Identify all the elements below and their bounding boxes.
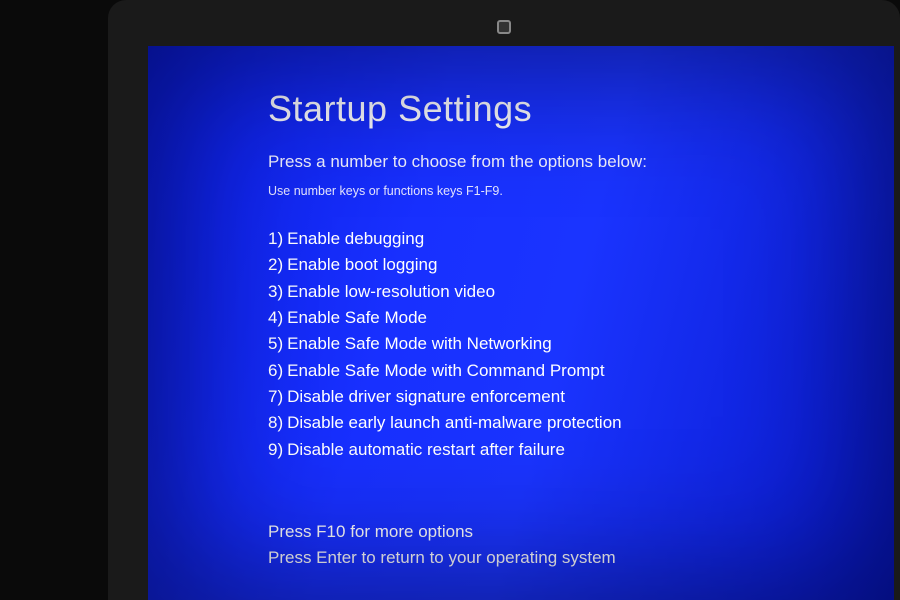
option-number: 9): [268, 437, 283, 463]
option-9[interactable]: 9) Disable automatic restart after failu…: [268, 437, 894, 463]
option-7[interactable]: 7) Disable driver signature enforcement: [268, 384, 894, 410]
key-hint: Use number keys or functions keys F1-F9.: [268, 184, 894, 198]
option-number: 4): [268, 305, 283, 331]
page-title: Startup Settings: [268, 88, 894, 130]
option-number: 1): [268, 226, 283, 252]
camera-icon: [497, 20, 511, 34]
option-label: Enable Safe Mode with Command Prompt: [287, 358, 605, 384]
option-label: Enable debugging: [287, 226, 424, 252]
option-number: 3): [268, 279, 283, 305]
option-label: Enable low-resolution video: [287, 279, 495, 305]
option-2[interactable]: 2) Enable boot logging: [268, 252, 894, 278]
option-3[interactable]: 3) Enable low-resolution video: [268, 279, 894, 305]
option-label: Enable Safe Mode: [287, 305, 427, 331]
option-number: 2): [268, 252, 283, 278]
option-number: 5): [268, 331, 283, 357]
option-label: Enable Safe Mode with Networking: [287, 331, 552, 357]
option-4[interactable]: 4) Enable Safe Mode: [268, 305, 894, 331]
option-number: 6): [268, 358, 283, 384]
footer-return: Press Enter to return to your operating …: [268, 545, 894, 571]
footer-instructions: Press F10 for more options Press Enter t…: [268, 519, 894, 570]
option-5[interactable]: 5) Enable Safe Mode with Networking: [268, 331, 894, 357]
option-number: 7): [268, 384, 283, 410]
startup-options-list: 1) Enable debugging 2) Enable boot loggi…: [268, 226, 894, 463]
startup-settings-screen: Startup Settings Press a number to choos…: [148, 46, 894, 600]
option-6[interactable]: 6) Enable Safe Mode with Command Prompt: [268, 358, 894, 384]
option-8[interactable]: 8) Disable early launch anti-malware pro…: [268, 410, 894, 436]
option-1[interactable]: 1) Enable debugging: [268, 226, 894, 252]
footer-more-options: Press F10 for more options: [268, 519, 894, 545]
option-label: Disable early launch anti-malware protec…: [287, 410, 622, 436]
option-number: 8): [268, 410, 283, 436]
instruction-subtitle: Press a number to choose from the option…: [268, 152, 894, 172]
option-label: Enable boot logging: [287, 252, 437, 278]
option-label: Disable automatic restart after failure: [287, 437, 565, 463]
option-label: Disable driver signature enforcement: [287, 384, 565, 410]
